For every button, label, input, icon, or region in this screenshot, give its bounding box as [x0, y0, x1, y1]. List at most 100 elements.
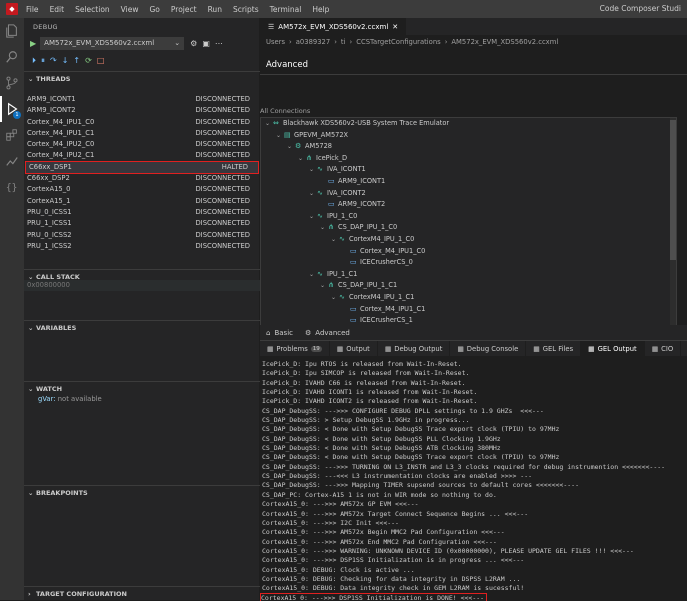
menu-item-run[interactable]: Run: [208, 5, 222, 14]
tree-node[interactable]: ⌄ ∿ IPU_1_C1: [261, 269, 676, 281]
thread-row[interactable]: CortexA15_1 DISCONNECTED: [24, 196, 260, 207]
menu-item-project[interactable]: Project: [171, 5, 197, 14]
menu-item-go[interactable]: Go: [149, 5, 159, 14]
thread-row[interactable]: C66xx_DSP1 HALTED: [25, 160, 259, 175]
source-control-icon[interactable]: [0, 70, 24, 96]
breadcrumb-item[interactable]: Users: [266, 38, 285, 46]
thread-row[interactable]: C66xx_DSP2 DISCONNECTED: [24, 173, 260, 184]
menu-item-view[interactable]: View: [121, 5, 139, 14]
target-config-section-header[interactable]: › TARGET CONFIGURATION: [24, 586, 260, 600]
stop-icon[interactable]: □: [97, 56, 105, 65]
tree-node[interactable]: ▭ ICECrusherCS_0: [261, 257, 676, 269]
terminal-icon[interactable]: ▣: [202, 39, 210, 48]
breadcrumb-item[interactable]: ti: [341, 38, 346, 46]
tab-advanced[interactable]: ⚙ Advanced: [305, 329, 350, 337]
chevron-down-icon[interactable]: ⌄: [331, 234, 339, 246]
tree-node[interactable]: ⌄ ⋔ CS_DAP_IPU_1_C0: [261, 222, 676, 234]
watch-item[interactable]: gVar: not available: [38, 395, 102, 403]
thread-row[interactable]: PRU_0_ICSS1 DISCONNECTED: [24, 207, 260, 218]
thread-row[interactable]: CortexA15_0 DISCONNECTED: [24, 184, 260, 195]
tree-node[interactable]: ⌄ ⇔ Blackhawk XDS560v2-USB System Trace Em…: [261, 118, 676, 130]
tree-node[interactable]: ⌄ ∿ CortexM4_IPU_1_C1: [261, 292, 676, 304]
console-line-text: CS_DAP_PC: Cortex-A15 1 is not in WIR mo…: [262, 490, 497, 499]
menu-item-file[interactable]: File: [26, 5, 39, 14]
tab-gel-files[interactable]: ▦ GEL Files: [526, 341, 582, 356]
chart-icon[interactable]: [0, 148, 24, 174]
thread-row[interactable]: ARM9_ICONT1 DISCONNECTED: [24, 94, 260, 105]
tab-gel-output[interactable]: ▦ GEL Output: [581, 341, 645, 356]
thread-row[interactable]: PRU_1_ICSS1 DISCONNECTED: [24, 218, 260, 229]
tree-node[interactable]: ▭ Cortex_M4_IPU1_C1: [261, 304, 676, 316]
tab-output[interactable]: ▦ Output: [330, 341, 378, 356]
tab-cio[interactable]: ▦ CIO: [645, 341, 682, 356]
tab-debug-console[interactable]: ▦ Debug Console: [450, 341, 527, 356]
tree-node[interactable]: ⌄ ⋔ CS_DAP_IPU_1_C1: [261, 280, 676, 292]
extensions-icon[interactable]: [0, 122, 24, 148]
close-icon[interactable]: ✕: [392, 23, 398, 31]
editor-tab-ccxml[interactable]: ☰ AM572x_EVM_XDS560v2.ccxml ✕: [260, 18, 407, 35]
tree-node[interactable]: ▭ Cortex_M4_IPU1_C0: [261, 246, 676, 258]
menu-item-selection[interactable]: Selection: [75, 5, 110, 14]
more-icon[interactable]: ⋯: [215, 39, 223, 48]
chevron-down-icon[interactable]: ⌄: [265, 118, 273, 130]
menu-item-terminal[interactable]: Terminal: [270, 5, 302, 14]
thread-row[interactable]: PRU_0_ICSS2 DISCONNECTED: [24, 230, 260, 241]
menu-item-scripts[interactable]: Scripts: [233, 5, 259, 14]
pause-icon[interactable]: ⏸: [41, 56, 45, 66]
tree-node[interactable]: ▭ ARM9_ICONT1: [261, 176, 676, 188]
chevron-down-icon[interactable]: ⌄: [320, 222, 328, 234]
thread-row[interactable]: Cortex_M4_IPU2_C0 DISCONNECTED: [24, 139, 260, 150]
tree-node[interactable]: ⌄ ∿ IVA_ICONT1: [261, 164, 676, 176]
tree-node[interactable]: ⌄ ⋔ IcePick_D: [261, 153, 676, 165]
start-debug-icon[interactable]: ▶: [30, 39, 36, 48]
tree-node[interactable]: ⌄ ∿ IPU_1_C0: [261, 211, 676, 223]
thread-row[interactable]: PRU_1_ICSS2 DISCONNECTED: [24, 241, 260, 252]
scrollbar-thumb[interactable]: [670, 120, 676, 260]
run-debug-icon[interactable]: 1: [0, 96, 24, 122]
tree-node[interactable]: ⌄ ∿ IVA_ICONT2: [261, 188, 676, 200]
menu-item-edit[interactable]: Edit: [50, 5, 65, 14]
scrollbar[interactable]: [670, 118, 676, 326]
restart-icon[interactable]: ⟳: [85, 56, 92, 65]
menu-item-help[interactable]: Help: [312, 5, 329, 14]
step-out-icon[interactable]: ↑: [73, 56, 80, 65]
tree-node[interactable]: ⌄ ⚙ AM5728: [261, 141, 676, 153]
chevron-down-icon[interactable]: ⌄: [309, 164, 317, 176]
braces-icon[interactable]: {}: [0, 174, 24, 200]
search-icon[interactable]: [0, 44, 24, 70]
breakpoints-section-header[interactable]: ⌄ BREAKPOINTS: [24, 485, 260, 499]
gel-output-console[interactable]: IcePick_D: Ipu RTOS is released from Wai…: [260, 360, 687, 601]
call-stack-frame[interactable]: 0x00800000: [24, 280, 260, 291]
chevron-down-icon[interactable]: ⌄: [276, 130, 284, 142]
chevron-down-icon[interactable]: ⌄: [309, 188, 317, 200]
explorer-icon[interactable]: [0, 18, 24, 44]
step-over-icon[interactable]: ↷: [50, 56, 57, 65]
chevron-down-icon[interactable]: ⌄: [309, 269, 317, 281]
thread-row[interactable]: Cortex_M4_IPU2_C1 DISCONNECTED: [24, 150, 260, 161]
tab-debug-output[interactable]: ▦ Debug Output: [378, 341, 451, 356]
tree-node[interactable]: ⌄ ▤ GPEVM_AM572X: [261, 130, 676, 142]
chevron-down-icon[interactable]: ⌄: [287, 141, 295, 153]
continue-icon[interactable]: ⏵: [32, 56, 36, 66]
tab-problems[interactable]: ▦ Problems 19: [260, 341, 330, 356]
step-into-icon[interactable]: ↓: [62, 56, 69, 65]
watch-section-header[interactable]: ⌄ WATCH: [24, 381, 260, 395]
debug-config-select[interactable]: AM572x_EVM_XDS560v2.ccxml ⌄: [40, 37, 185, 50]
tab-basic[interactable]: ⌂ Basic: [266, 329, 293, 337]
breadcrumb-item[interactable]: CCSTargetConfigurations: [356, 38, 440, 46]
tree-node[interactable]: ⌄ ∿ CortexM4_IPU_1_C0: [261, 234, 676, 246]
chevron-down-icon[interactable]: ⌄: [309, 211, 317, 223]
gear-icon[interactable]: ⚙: [190, 39, 197, 48]
threads-section-header[interactable]: ⌄ THREADS: [24, 71, 260, 85]
thread-row[interactable]: Cortex_M4_IPU1_C1 DISCONNECTED: [24, 128, 260, 139]
thread-row[interactable]: Cortex_M4_IPU1_C0 DISCONNECTED: [24, 117, 260, 128]
variables-section-header[interactable]: ⌄ VARIABLES: [24, 320, 260, 334]
tree-node-label: IVA_ICONT2: [327, 188, 366, 197]
thread-row[interactable]: ARM9_ICONT2 DISCONNECTED: [24, 105, 260, 116]
breadcrumb-item[interactable]: a0389327: [296, 38, 330, 46]
chevron-down-icon[interactable]: ⌄: [320, 280, 328, 292]
chevron-down-icon[interactable]: ⌄: [298, 153, 306, 165]
breadcrumb-item[interactable]: AM572x_EVM_XDS560v2.ccxml: [451, 38, 558, 46]
tree-node[interactable]: ▭ ARM9_ICONT2: [261, 199, 676, 211]
chevron-down-icon[interactable]: ⌄: [331, 292, 339, 304]
